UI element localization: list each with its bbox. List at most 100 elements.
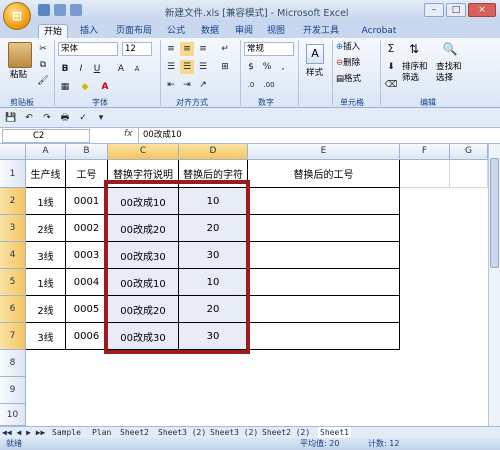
cell-replacement[interactable]: 10 (179, 188, 248, 215)
decrease-decimal-icon[interactable]: .00 (262, 78, 276, 92)
merge-cells-icon[interactable]: ⊞ (218, 60, 232, 74)
sheet-tab-sheet3-2b[interactable]: Sheet3 (2) (210, 427, 258, 438)
cell[interactable] (450, 160, 488, 188)
percent-button[interactable]: % (260, 60, 274, 74)
name-box[interactable]: C2 (2, 129, 90, 143)
cell-id[interactable]: 0006 (66, 323, 108, 350)
save-icon[interactable]: 💾 (4, 111, 18, 125)
row-header-10[interactable]: 10 (0, 404, 26, 426)
restore-button[interactable]: □ (446, 3, 466, 17)
cell[interactable] (400, 160, 450, 188)
col-header-e[interactable]: E (248, 144, 400, 160)
col-header-b[interactable]: B (66, 144, 108, 160)
col-header-a[interactable]: A (26, 144, 66, 160)
bold-button[interactable]: B (58, 62, 72, 76)
col-header-g[interactable]: G (450, 144, 488, 160)
undo-icon[interactable]: ↶ (22, 111, 36, 125)
header-cell[interactable]: 生产线 (26, 160, 66, 188)
currency-button[interactable]: $ (244, 60, 258, 74)
insert-cells-button[interactable]: ⊕插入 (336, 42, 360, 53)
cell-replacement[interactable]: 30 (179, 242, 248, 269)
tab-review[interactable]: 审阅 (232, 24, 256, 38)
print-preview-icon[interactable]: 🖶 (58, 111, 72, 125)
cell-result[interactable] (248, 215, 400, 242)
customize-icon[interactable]: ▾ (94, 111, 108, 125)
formula-input[interactable]: 00改成10 (138, 128, 486, 144)
cell-result[interactable] (248, 296, 400, 323)
row-header-7[interactable]: 7 (0, 323, 26, 350)
cell-replacement[interactable]: 20 (179, 296, 248, 323)
select-all[interactable] (0, 144, 26, 160)
row-header-2[interactable]: 2 (0, 188, 26, 215)
col-header-c[interactable]: C (108, 144, 179, 160)
sheet-tab-sample[interactable]: Sample (52, 427, 81, 438)
fill-icon[interactable]: ⬇ (384, 60, 398, 74)
minimize-button[interactable]: – (424, 3, 444, 17)
cell-rule[interactable]: 00改成20 (108, 215, 179, 242)
cell-result[interactable] (248, 269, 400, 296)
header-cell[interactable]: 替换后的工号 (248, 160, 400, 188)
scrollbar-thumb[interactable] (490, 158, 499, 268)
cell-result[interactable] (248, 188, 400, 215)
wrap-text-icon[interactable]: ↵ (218, 42, 232, 56)
office-button[interactable]: ⊞ (3, 2, 31, 30)
paste-icon[interactable] (8, 42, 32, 68)
underline-button[interactable]: U (90, 62, 104, 76)
tab-data[interactable]: 数据 (198, 24, 222, 38)
tab-acrobat[interactable]: Acrobat (356, 24, 402, 38)
grow-font-button[interactable]: A (114, 62, 128, 76)
row-header-8[interactable]: 8 (0, 350, 26, 377)
align-center-icon[interactable]: ☰ (180, 60, 194, 74)
font-name-select[interactable]: 宋体 (58, 42, 118, 56)
align-top-icon[interactable]: ≡ (164, 42, 178, 56)
italic-button[interactable]: I (74, 62, 88, 76)
align-bottom-icon[interactable]: ≡ (196, 42, 210, 56)
redo-icon[interactable] (70, 4, 82, 16)
header-cell[interactable]: 工号 (66, 160, 108, 188)
cell-line[interactable]: 3线 (26, 242, 66, 269)
cell-id[interactable]: 0003 (66, 242, 108, 269)
spell-check-icon[interactable]: ✓ (76, 111, 90, 125)
close-button[interactable]: × (468, 3, 496, 17)
find-select-icon[interactable]: 🔍 (442, 42, 458, 60)
sheet-nav-icon[interactable]: ◀◀ ◀ ▶ ▶▶ (2, 427, 45, 438)
clear-icon[interactable]: ⌫ (384, 78, 398, 92)
col-header-f[interactable]: F (400, 144, 450, 160)
align-right-icon[interactable]: ☰ (196, 60, 210, 74)
delete-cells-button[interactable]: ⊖删除 (336, 58, 360, 69)
row-header-3[interactable]: 3 (0, 215, 26, 242)
sheet-tab-sheet2-2[interactable]: Sheet2 (2) (262, 427, 310, 438)
cell-result[interactable] (248, 323, 400, 350)
cell-id[interactable]: 0001 (66, 188, 108, 215)
cell-rule[interactable]: 00改成10 (108, 269, 179, 296)
vertical-scrollbar[interactable] (488, 144, 500, 426)
sheet-tab-sheet1[interactable]: Sheet1 (318, 427, 351, 438)
font-color-icon[interactable]: A (98, 80, 112, 94)
row-header-6[interactable]: 6 (0, 296, 26, 323)
cell-replacement[interactable]: 10 (179, 269, 248, 296)
cell-line[interactable]: 3线 (26, 323, 66, 350)
cell-replacement[interactable]: 30 (179, 323, 248, 350)
increase-indent-icon[interactable]: ⇥ (180, 78, 194, 92)
fx-icon[interactable]: fx (124, 129, 133, 139)
cell-line[interactable]: 2线 (26, 296, 66, 323)
number-format-select[interactable]: 常规 (244, 42, 294, 56)
sort-filter-icon[interactable]: ⇅ (406, 42, 422, 60)
copy-icon[interactable]: ⧉ (36, 58, 50, 72)
cell-line[interactable]: 1线 (26, 269, 66, 296)
styles-label[interactable]: 样式 (306, 68, 323, 79)
row-header-4[interactable]: 4 (0, 242, 26, 269)
tab-developer[interactable]: 开发工具 (298, 24, 344, 38)
cut-icon[interactable]: ✂ (36, 42, 50, 56)
styles-icon[interactable]: A (306, 44, 324, 64)
sheet-tab-sheet3-2[interactable]: Sheet3 (2) (158, 427, 206, 438)
cell-replacement[interactable]: 20 (179, 215, 248, 242)
align-left-icon[interactable]: ☰ (164, 60, 178, 74)
sheet-tab-plan[interactable]: Plan (92, 427, 111, 438)
decrease-indent-icon[interactable]: ⇤ (164, 78, 178, 92)
shrink-font-button[interactable]: A (130, 62, 144, 76)
align-middle-icon[interactable]: ≡ (180, 42, 194, 56)
redo-icon[interactable]: ↷ (40, 111, 54, 125)
header-cell[interactable]: 替换字符说明 (108, 160, 179, 188)
sort-filter-label[interactable]: 排序和 筛选 (402, 62, 428, 84)
